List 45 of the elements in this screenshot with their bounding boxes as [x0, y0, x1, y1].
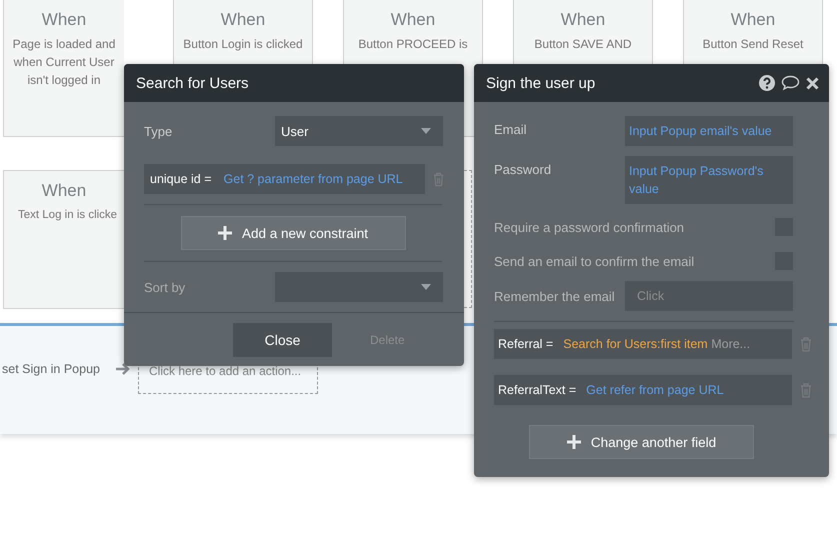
trash-icon[interactable] [432, 172, 444, 186]
card-text: Button Send Reset [702, 36, 804, 53]
field-label: Remember the email [494, 288, 616, 304]
plus-icon [566, 435, 581, 449]
card-text: isn't logged in [27, 72, 100, 89]
card-text: Page is loaded and [12, 36, 116, 53]
sort-dropdown[interactable] [275, 272, 443, 302]
option-label: Send an email to confirm the email [494, 254, 694, 268]
card-heading: When [390, 10, 436, 30]
close-button[interactable]: Close [233, 323, 332, 357]
plus-icon [218, 226, 232, 240]
action-step[interactable]: set Sign in Popup [2, 362, 100, 376]
caret-icon [421, 284, 431, 290]
field-label: Password [494, 161, 552, 177]
card-text: Button SAVE AND [534, 36, 632, 53]
close-icon[interactable] [806, 76, 819, 90]
option-label: Require a password confirmation [494, 220, 684, 234]
card-text: Button Login is clicked [183, 36, 303, 53]
add-field-button[interactable]: Change another field [529, 425, 754, 459]
value-field[interactable]: Input Popup email's value [625, 116, 793, 146]
comment-icon[interactable] [781, 75, 800, 91]
change-row[interactable]: ReferralText = Get refer from page URL [494, 375, 792, 405]
workflow-card[interactable]: When Text Log in is clicke [3, 170, 124, 309]
popup-title: Search for Users [136, 74, 250, 92]
card-heading: When [220, 10, 266, 30]
card-text: Text Log in is clicke [18, 208, 118, 223]
add-constraint-button[interactable]: Add a new constraint [180, 216, 406, 250]
caret-icon [421, 128, 431, 134]
arrow-icon [116, 363, 130, 375]
card-text: Button PROCEED is [358, 36, 468, 53]
constraint-row[interactable]: unique id = Get ? parameter from page URL [144, 164, 425, 194]
help-icon[interactable] [759, 75, 775, 91]
card-heading: When [40, 181, 88, 201]
card-heading: When [42, 10, 86, 30]
card-text: when Current User [14, 54, 114, 71]
type-dropdown[interactable]: User [275, 116, 443, 146]
value-field[interactable]: Input Popup Password's value [625, 156, 793, 204]
popup-title: Sign the user up [486, 74, 596, 92]
sort-label: Sort by [144, 280, 186, 294]
change-row[interactable]: Referral = Search for Users:first item More... [494, 329, 792, 359]
card-heading: When [560, 10, 606, 30]
field-label: Email [494, 121, 528, 137]
type-label: Type [144, 124, 172, 138]
workflow-card[interactable]: When Page is loaded and when Current User isn't logged in [3, 0, 124, 137]
card-heading: When [730, 10, 776, 30]
